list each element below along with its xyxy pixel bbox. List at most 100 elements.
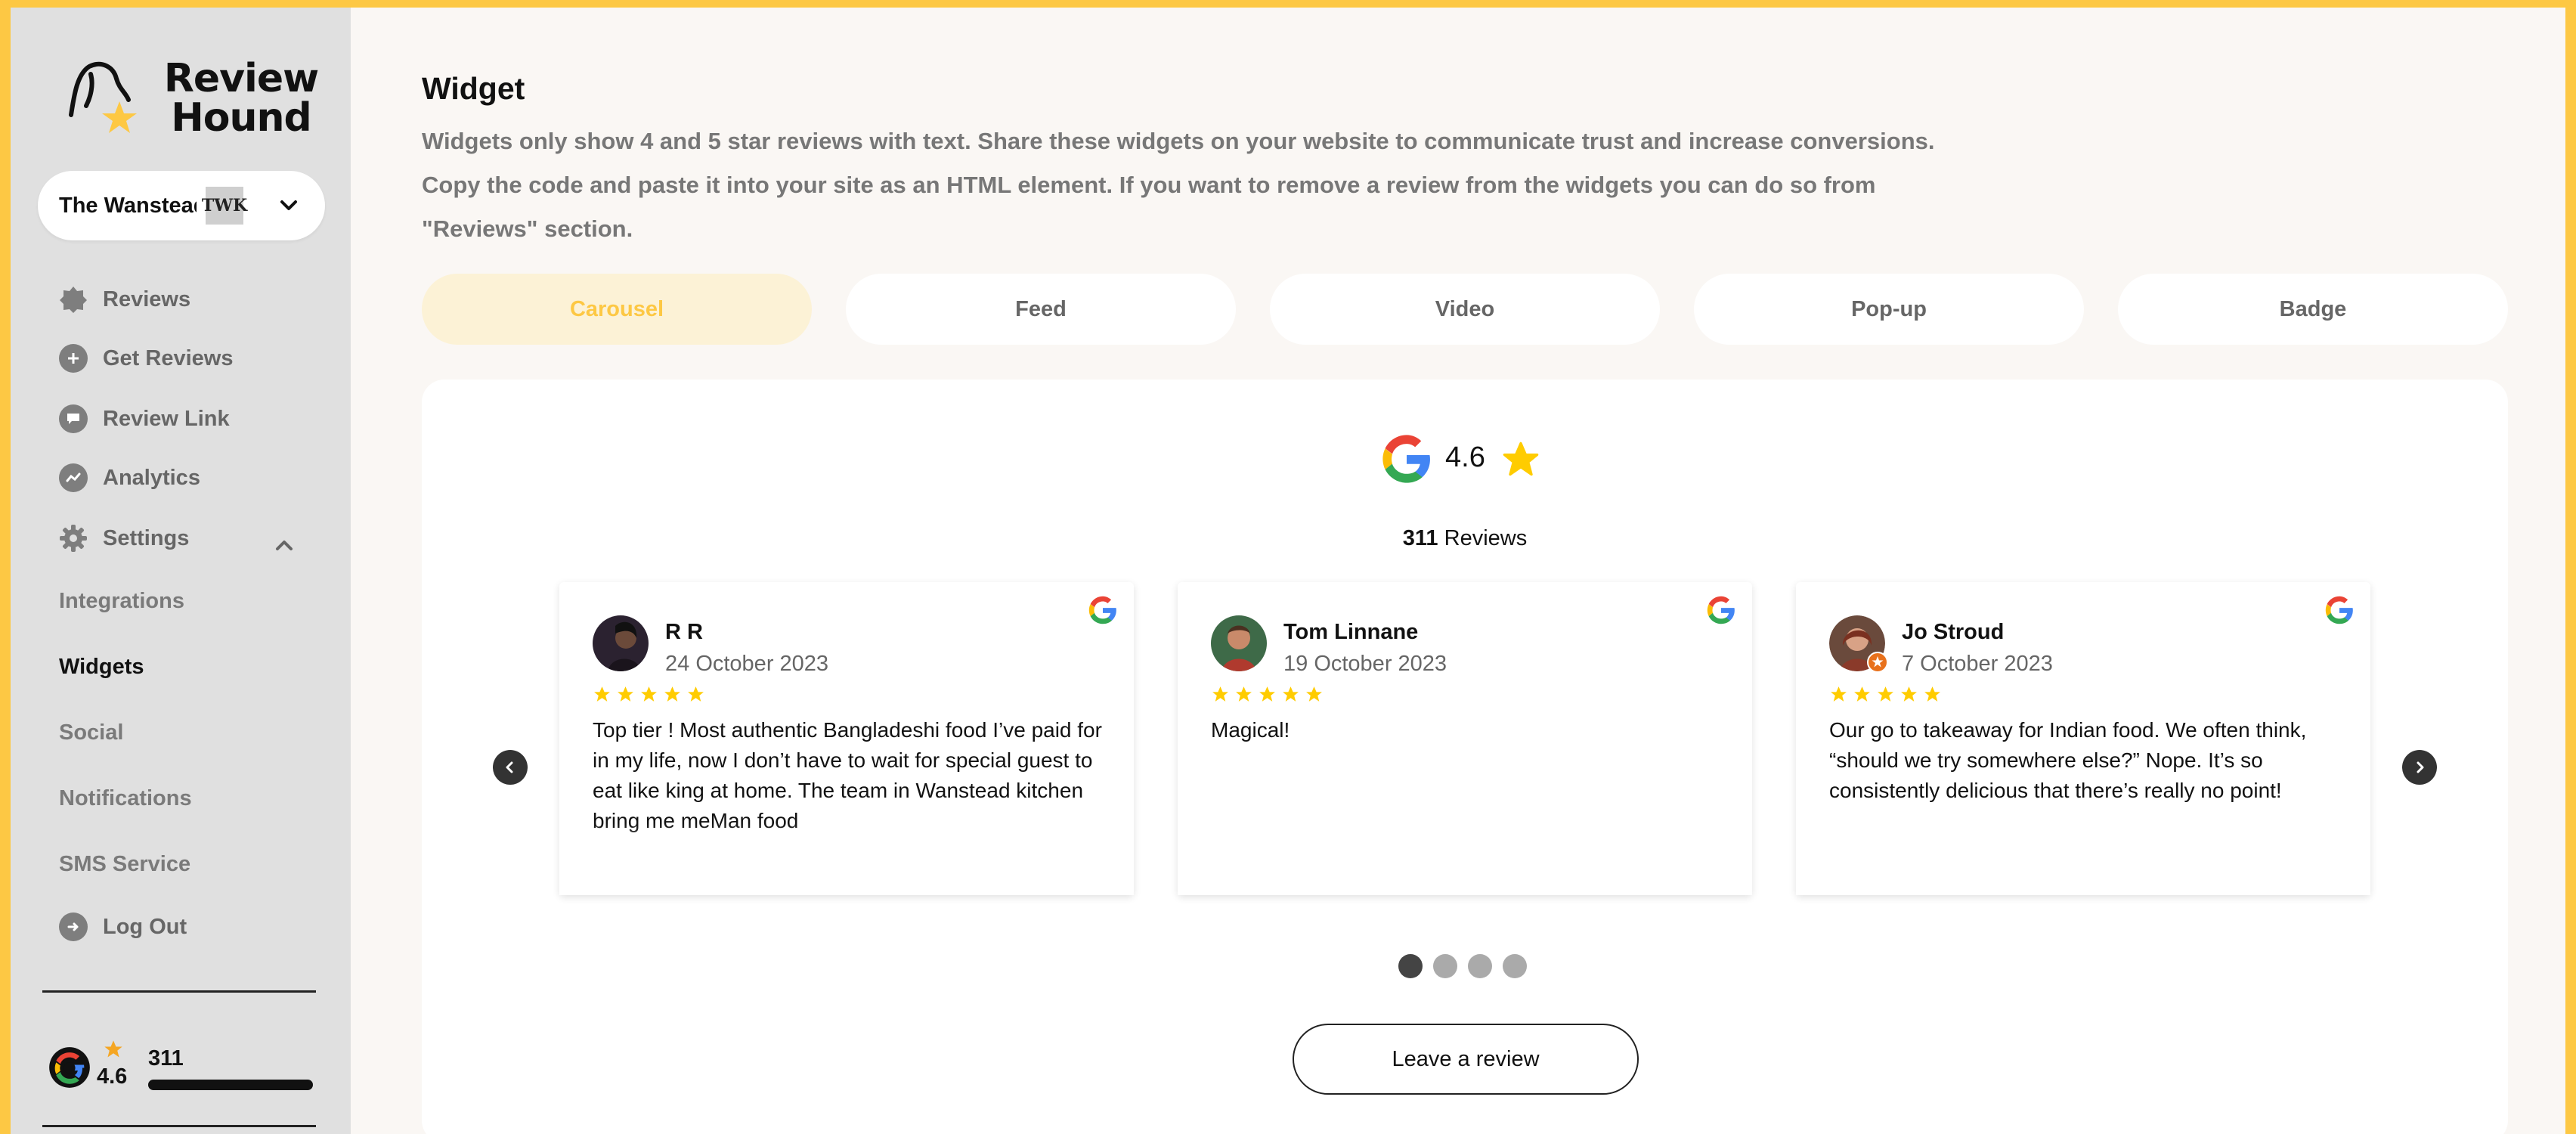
badge-star-icon	[59, 285, 88, 314]
sidebar-item-review-link[interactable]: Review Link	[59, 396, 230, 442]
chevron-right-icon	[2417, 761, 2424, 773]
widget-rating-summary: 4.6	[1382, 431, 1556, 491]
widget-tabs: Carousel Feed Video Pop-up Badge	[422, 274, 2508, 345]
google-icon	[1707, 596, 1735, 624]
page-description-line: "Reviews" section.	[422, 215, 633, 242]
tab-video[interactable]: Video	[1270, 274, 1660, 345]
leave-review-button[interactable]: Leave a review	[1293, 1024, 1639, 1095]
reviewer-name: Jo Stroud	[1902, 620, 2005, 644]
hound-logo-icon	[69, 61, 137, 133]
sidebar-item-social[interactable]: Social	[59, 714, 123, 751]
sidebar-item-sms-service[interactable]: SMS Service	[59, 845, 190, 883]
google-icon	[1382, 435, 1430, 483]
carousel-next-button[interactable]	[2402, 750, 2437, 785]
review-fade	[559, 823, 1134, 895]
sidebar-divider	[42, 990, 316, 993]
avatar	[1829, 615, 1888, 673]
chevron-up-icon[interactable]	[269, 531, 299, 561]
avatar	[593, 615, 649, 671]
sidebar-item-settings[interactable]: Settings	[59, 516, 189, 561]
sidebar-item-widgets[interactable]: Widgets	[59, 648, 144, 686]
review-fade	[1796, 823, 2370, 895]
review-count-label: Reviews	[1444, 526, 1528, 550]
chevron-down-icon	[280, 200, 297, 210]
carousel-pagination	[1398, 954, 1527, 978]
sidebar-item-label: Get Reviews	[103, 345, 234, 370]
sidebar-rating-summary: 4.6 311	[48, 1036, 336, 1111]
brand-logo[interactable]: Review Hound	[56, 53, 328, 151]
sidebar-item-reviews[interactable]: Reviews	[59, 277, 190, 322]
page-description-line: Widgets only show 4 and 5 star reviews w…	[422, 128, 1935, 154]
sidebar-rating-bar-fill	[148, 1080, 313, 1090]
star-icon	[1503, 442, 1539, 476]
star-icon	[1829, 685, 1848, 708]
google-icon	[1088, 596, 1116, 624]
sidebar-item-integrations[interactable]: Integrations	[59, 582, 184, 620]
star-icon	[104, 1040, 122, 1058]
review-date: 24 October 2023	[665, 652, 829, 676]
logout-icon	[59, 912, 88, 941]
carousel-dot[interactable]	[1503, 954, 1527, 978]
review-stars	[1829, 685, 1942, 708]
star-icon	[616, 685, 635, 708]
star-icon	[1853, 685, 1872, 708]
app-frame-left	[0, 0, 11, 1134]
venue-logo: TWK	[202, 187, 247, 225]
brand-name: Review Hound	[163, 56, 319, 141]
star-icon	[639, 685, 658, 708]
sidebar-review-count: 311	[148, 1046, 184, 1070]
star-icon	[1281, 685, 1300, 708]
app-frame-top	[0, 0, 2576, 8]
star-icon	[1258, 685, 1277, 708]
review-stars	[1211, 685, 1324, 708]
local-guide-badge-icon	[1867, 652, 1888, 673]
sidebar-item-label: Reviews	[103, 287, 191, 311]
gear-icon	[59, 524, 88, 553]
app-frame-right	[2565, 0, 2576, 1134]
plus-circle-icon	[59, 344, 88, 373]
google-icon	[49, 1047, 90, 1088]
sidebar: Review Hound The Wanstead Kitchen TWK Re…	[11, 8, 351, 1134]
sidebar-divider	[42, 1125, 316, 1127]
carousel-prev-button[interactable]	[493, 750, 528, 785]
tab-feed[interactable]: Feed	[846, 274, 1236, 345]
main-content: Widget Widgets only show 4 and 5 star re…	[351, 8, 2565, 1134]
sidebar-item-analytics[interactable]: Analytics	[59, 455, 200, 500]
tab-carousel[interactable]: Carousel	[422, 274, 812, 345]
tab-popup[interactable]: Pop-up	[1694, 274, 2084, 345]
star-icon	[1899, 685, 1918, 708]
sidebar-item-label: Log Out	[103, 914, 187, 939]
venue-selector[interactable]: The Wanstead Kitchen TWK	[38, 171, 325, 240]
chart-icon	[59, 463, 88, 492]
star-icon	[1876, 685, 1895, 708]
star-icon	[1211, 685, 1230, 708]
chevron-left-icon	[506, 761, 513, 773]
review-stars	[593, 685, 705, 708]
sidebar-item-label: Settings	[103, 525, 190, 550]
google-icon	[2325, 596, 2353, 624]
reviewer-name: R R	[665, 620, 703, 644]
page-description-line: Copy the code and paste it into your sit…	[422, 172, 1876, 198]
sidebar-item-label: Analytics	[103, 465, 200, 490]
review-card[interactable]: Tom Linnane 19 October 2023 Magical!	[1178, 582, 1752, 895]
sidebar-item-notifications[interactable]: Notifications	[59, 779, 192, 817]
review-count-number: 311	[1402, 526, 1438, 550]
tab-badge[interactable]: Badge	[2118, 274, 2508, 345]
review-card[interactable]: Jo Stroud 7 October 2023 Our go to takea…	[1796, 582, 2370, 895]
sidebar-item-get-reviews[interactable]: Get Reviews	[59, 336, 233, 381]
review-date: 7 October 2023	[1902, 652, 2053, 676]
star-icon	[1234, 685, 1253, 708]
sidebar-rating-bar	[148, 1080, 313, 1090]
sidebar-item-logout[interactable]: Log Out	[59, 904, 187, 950]
widget-review-count: 311 Reviews	[422, 526, 2508, 551]
review-date: 19 October 2023	[1283, 652, 1447, 676]
widget-rating-score: 4.6	[1445, 442, 1485, 473]
avatar	[1211, 615, 1267, 671]
venue-name: The Wanstead Kitchen	[59, 193, 197, 218]
star-icon	[663, 685, 682, 708]
carousel-dot[interactable]	[1433, 954, 1457, 978]
review-card[interactable]: R R 24 October 2023 Top tier ! Most auth…	[559, 582, 1134, 895]
sidebar-rating-score: 4.6	[97, 1064, 128, 1089]
carousel-dot[interactable]	[1398, 954, 1423, 978]
carousel-dot[interactable]	[1468, 954, 1492, 978]
